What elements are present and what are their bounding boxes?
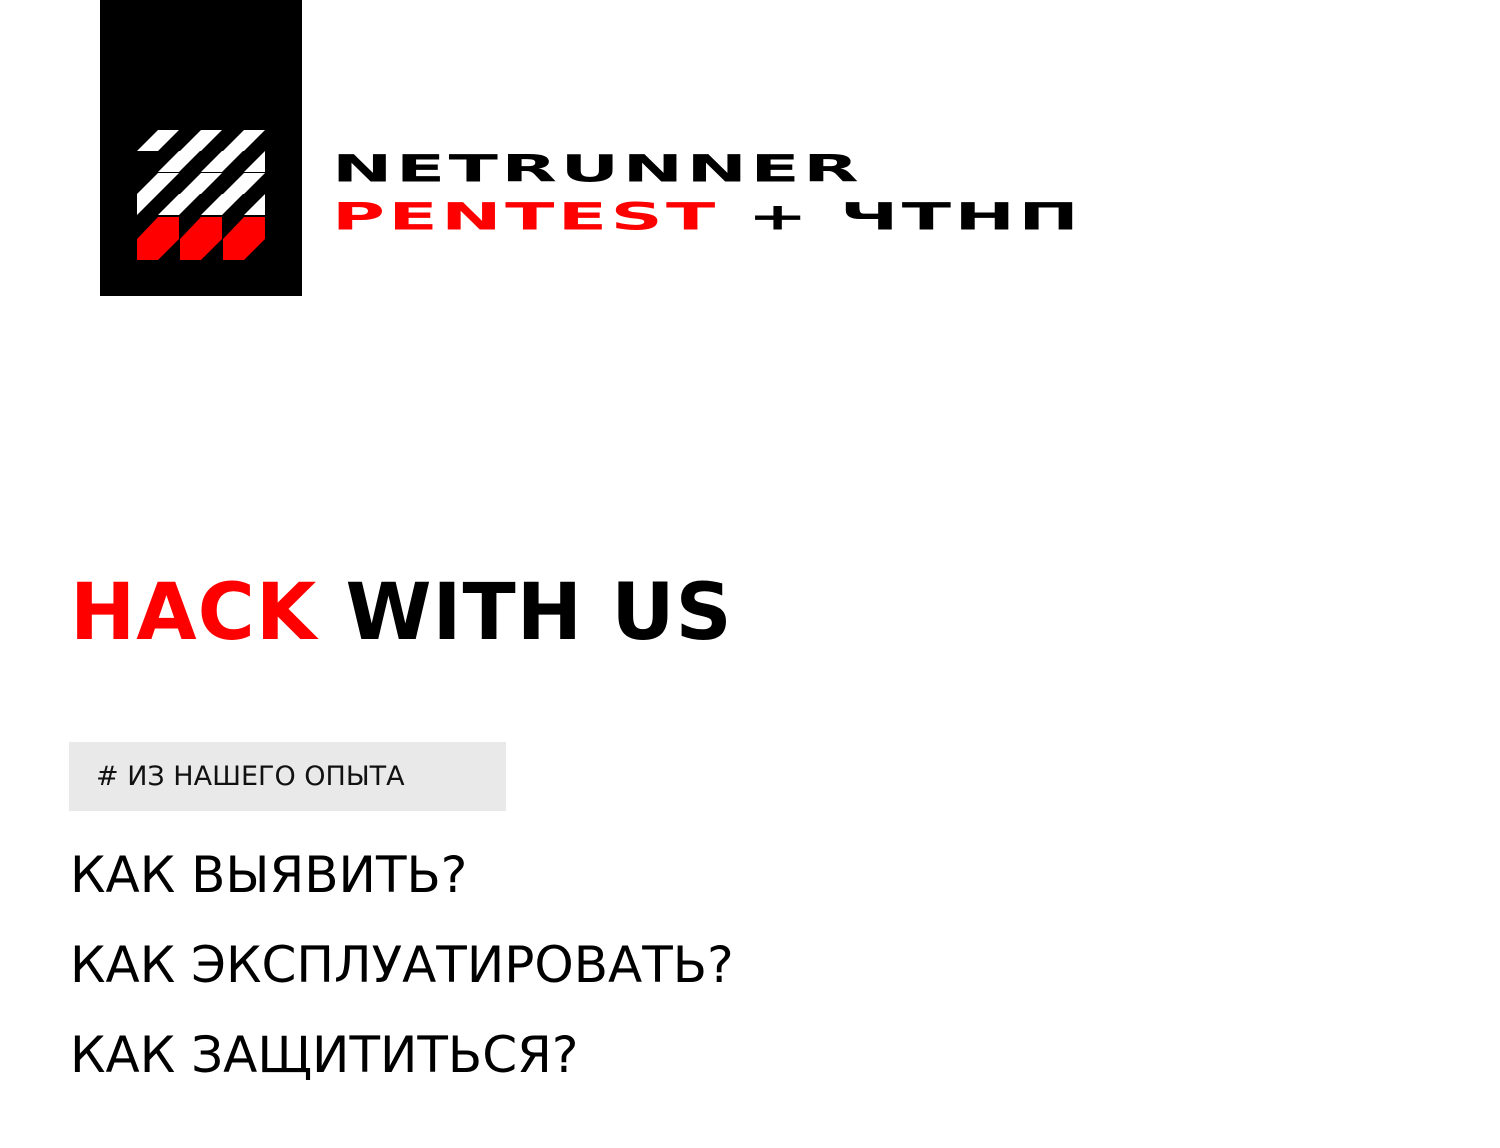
section-tag: # ИЗ НАШЕГО ОПЫТА [69,742,506,811]
question-item: КАК ЗАЩИТИТЬСЯ? [70,1026,579,1084]
headline: HACK WITH US [70,565,733,661]
headline-rest: WITH US [345,568,733,658]
brand-wordmark: NETRUNNER PENTEST + ЧТНП [332,148,1079,238]
logo-block [100,0,302,296]
headline-accent: HACK [70,568,318,658]
question-item: КАК ЭКСПЛУАТИРОВАТЬ? [70,936,734,994]
question-item: КАК ВЫЯВИТЬ? [70,846,468,904]
brand-subtitle: PENTEST + ЧТНП [332,198,1082,236]
brand-subtitle-rest: + ЧТНП [747,194,1083,239]
brand-subtitle-accent: PENTEST [332,194,719,239]
question-list: КАК ВЫЯВИТЬ? КАК ЭКСПЛУАТИРОВАТЬ? КАК ЗА… [70,830,734,1100]
brand-name: NETRUNNER [332,146,863,191]
checkered-flag-logo-icon [137,130,265,260]
